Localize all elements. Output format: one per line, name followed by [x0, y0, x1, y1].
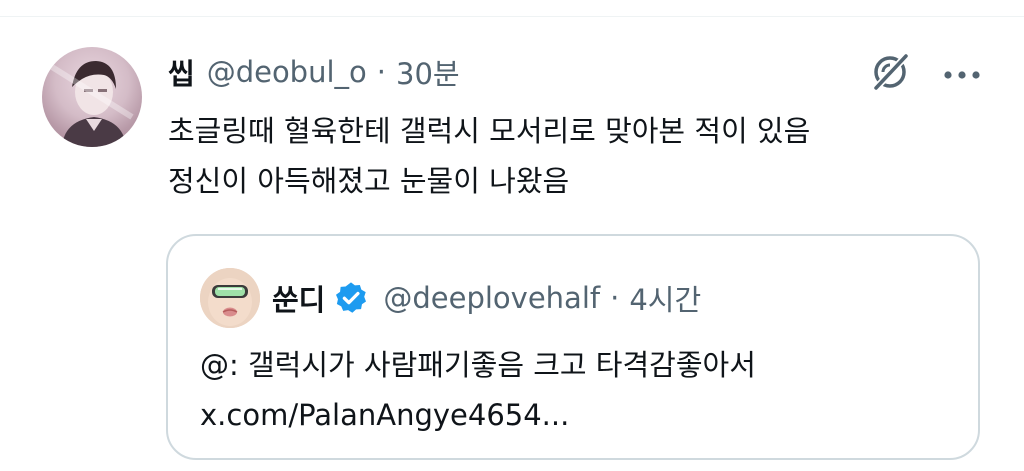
- separator-dot: ·: [376, 55, 386, 89]
- quoted-author-avatar[interactable]: [200, 268, 260, 328]
- quoted-author-name[interactable]: 쑨디: [272, 277, 325, 319]
- tweet-timestamp[interactable]: 30분: [396, 51, 460, 93]
- tweet-text: 초글링때 혈육한테 갤럭시 모서리로 맞아본 적이 있음 정신이 아득해졌고 눈…: [168, 106, 968, 206]
- quoted-tweet[interactable]: 쑨디 @deeplovehalf · 4시간 @: 갤럭시가 사람패기좋음 크고…: [166, 234, 980, 460]
- verified-badge-icon: [333, 280, 369, 316]
- grok-icon: [869, 51, 911, 97]
- quoted-header: 쑨디 @deeplovehalf · 4시간: [272, 274, 701, 322]
- grok-button[interactable]: [866, 52, 914, 96]
- tweet[interactable]: 씹 @deobul_o · 30분 초글링때 혈육한테 갤럭시 모서리로 맞아본…: [0, 0, 1024, 471]
- quoted-author-handle[interactable]: @deeplovehalf: [383, 281, 600, 315]
- divider: [0, 16, 1024, 17]
- quoted-timestamp[interactable]: 4시간: [629, 277, 701, 319]
- separator-dot: ·: [610, 281, 620, 315]
- quoted-text-line: @: 갤럭시가 사람패기좋음 크고 타격감좋아서: [200, 348, 756, 382]
- quoted-text: @: 갤럭시가 사람패기좋음 크고 타격감좋아서 x.com/PalanAngy…: [200, 340, 960, 440]
- quoted-link[interactable]: x.com/PalanAngye4654...: [200, 390, 960, 440]
- tweet-text-line: 정신이 아득해졌고 눈물이 나왔음: [168, 164, 570, 198]
- tweet-header: 씹 @deobul_o · 30분: [168, 50, 460, 94]
- tweet-text-line: 초글링때 혈육한테 갤럭시 모서리로 맞아본 적이 있음: [168, 114, 811, 148]
- author-avatar[interactable]: [42, 47, 142, 147]
- more-icon: [942, 65, 982, 84]
- more-options-button[interactable]: [938, 56, 986, 92]
- author-handle[interactable]: @deobul_o: [207, 55, 367, 89]
- author-name[interactable]: 씹: [168, 51, 195, 93]
